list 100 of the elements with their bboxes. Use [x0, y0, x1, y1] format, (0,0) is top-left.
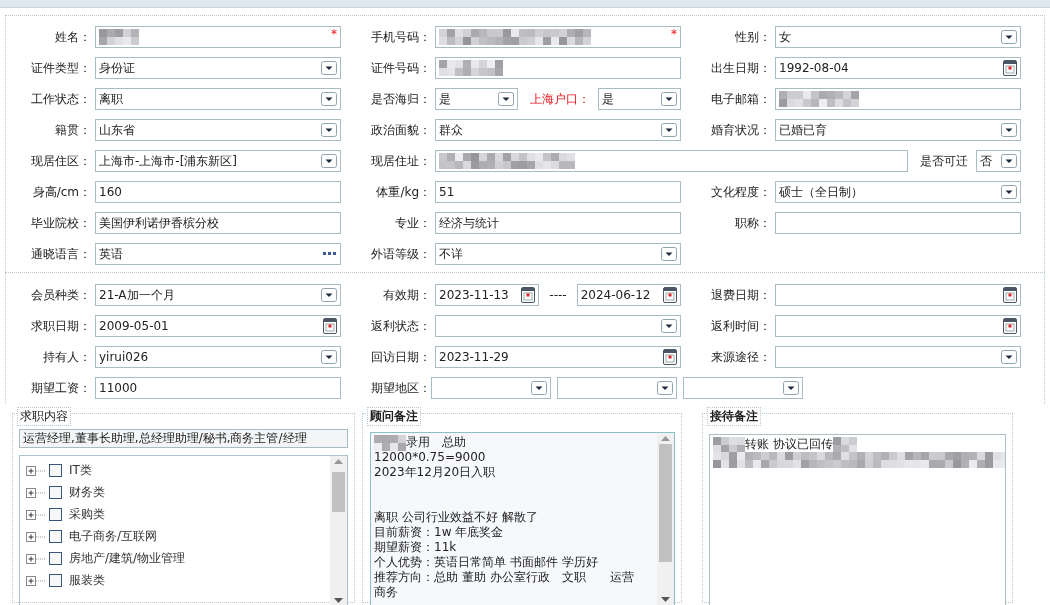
- checkbox[interactable]: [49, 551, 62, 565]
- field-label: 专业：: [394, 214, 432, 232]
- field-label: 会员种类：: [30, 286, 92, 304]
- field-label: 政治面貌：: [370, 121, 432, 139]
- select-field[interactable]: 上海市-上海市-[浦东新区]: [95, 150, 341, 172]
- note-text: 转账 协议已回传: [745, 437, 833, 452]
- select-field[interactable]: yirui026: [95, 346, 341, 368]
- field-label: 是否可迁: [919, 152, 969, 170]
- select-field[interactable]: [435, 315, 681, 337]
- scrollbar[interactable]: [330, 456, 347, 605]
- required-mark: *: [671, 27, 677, 41]
- select-field[interactable]: 女: [775, 26, 1021, 48]
- scrollbar[interactable]: [657, 433, 674, 605]
- range-separator: ----: [548, 288, 568, 302]
- expand-icon[interactable]: [26, 552, 46, 564]
- tree-item-label[interactable]: 电子商务/互联网: [69, 527, 158, 545]
- note-text: 个人优势：英语日常简单 书面邮件 学历好: [374, 555, 598, 570]
- select-field[interactable]: 否: [976, 150, 1021, 172]
- field-label: 电子邮箱：: [710, 90, 772, 108]
- field-label: 性别：: [734, 28, 772, 46]
- notes-textarea[interactable]: 转账 协议已回传: [709, 434, 1006, 605]
- group-title: 接待备注: [707, 407, 761, 426]
- date-field[interactable]: 2023-11-29: [435, 346, 681, 368]
- text-field[interactable]: [775, 212, 1021, 234]
- select-field[interactable]: 身份证: [95, 57, 341, 79]
- date-field[interactable]: 2023-11-13: [435, 284, 540, 306]
- field-label: 回访日期：: [370, 348, 432, 366]
- date-field[interactable]: [775, 284, 1021, 306]
- scrollbar-thumb[interactable]: [332, 472, 345, 512]
- checkbox[interactable]: [49, 529, 62, 543]
- text-field[interactable]: 160: [95, 181, 341, 203]
- field-label: 期望地区：: [370, 379, 432, 397]
- calendar-icon[interactable]: [323, 318, 337, 334]
- select-field[interactable]: 山东省: [95, 119, 341, 141]
- field-label: 期望工资：: [30, 379, 92, 397]
- field-label: 毕业院校：: [30, 214, 92, 232]
- tree-item-label[interactable]: 服装类: [69, 571, 105, 589]
- scroll-down-icon[interactable]: [334, 598, 343, 603]
- text-field[interactable]: *: [435, 26, 681, 48]
- note-text: 12000*0.75=9000: [374, 450, 486, 465]
- expand-icon[interactable]: [26, 574, 46, 586]
- expand-icon[interactable]: [26, 530, 46, 542]
- select-field[interactable]: 21-A加一个月: [95, 284, 341, 306]
- calendar-icon[interactable]: [663, 349, 677, 365]
- tree-item-label[interactable]: IT类: [69, 461, 92, 479]
- field-label: 证件类型：: [30, 59, 92, 77]
- expand-icon[interactable]: [26, 486, 46, 498]
- field-label: 身高/cm：: [31, 183, 92, 201]
- checkbox[interactable]: [49, 573, 62, 587]
- select-field[interactable]: [431, 377, 551, 399]
- calendar-icon[interactable]: [1003, 287, 1017, 303]
- field-label: 现居住址：: [370, 152, 432, 170]
- expand-icon[interactable]: [26, 508, 46, 520]
- calendar-icon[interactable]: [1003, 60, 1017, 76]
- checkbox[interactable]: [49, 485, 62, 499]
- tree-item-label[interactable]: 财务类: [69, 483, 105, 501]
- field-label: 外语等级：: [370, 245, 432, 263]
- select-field[interactable]: 不详: [435, 243, 681, 265]
- select-field[interactable]: 硕士（全日制）: [775, 181, 1021, 203]
- scrollbar-thumb[interactable]: [659, 444, 672, 562]
- note-text: 2023年12月20日入职: [374, 465, 496, 480]
- text-field[interactable]: [435, 57, 681, 79]
- text-field[interactable]: [775, 88, 1021, 110]
- select-field[interactable]: [683, 377, 803, 399]
- text-field[interactable]: 51: [435, 181, 681, 203]
- note-text: 离职 公司行业效益不好 解散了: [374, 510, 538, 525]
- text-field[interactable]: *: [95, 26, 341, 48]
- select-field[interactable]: [557, 377, 677, 399]
- scroll-down-icon[interactable]: [661, 597, 670, 602]
- select-field[interactable]: 是: [435, 88, 518, 110]
- calendar-icon[interactable]: [1003, 318, 1017, 334]
- field-label: 手机号码：: [370, 28, 432, 46]
- text-field[interactable]: 美国伊利诺伊香槟分校: [95, 212, 341, 234]
- text-field[interactable]: 经济与统计: [435, 212, 681, 234]
- select-field[interactable]: 已婚已育: [775, 119, 1021, 141]
- date-field[interactable]: 2024-06-12: [576, 284, 681, 306]
- note-text: 推荐方向：总助 董助 办公室行政 文职 运营: [374, 570, 634, 585]
- checkbox[interactable]: [49, 507, 62, 521]
- expand-icon[interactable]: [26, 464, 46, 476]
- tree-item-label[interactable]: 采购类: [69, 505, 105, 523]
- calendar-icon[interactable]: [663, 287, 677, 303]
- field-label: 籍贯：: [54, 121, 92, 139]
- notes-textarea[interactable]: 录用 总助 12000*0.75=9000 2023年12月20日入职 离职 公司行业效益不好 解散了 目前薪资：1w 年底奖金 期望薪资：11k 个人优势：英语日常简单 书面邮件 学历好 推荐方向：总助 董助 办公室行政 文职 运营 商务: [370, 432, 675, 605]
- field-label: 姓名：: [54, 28, 92, 46]
- text-field[interactable]: [435, 150, 908, 172]
- calendar-icon[interactable]: [521, 287, 536, 303]
- date-field[interactable]: [775, 315, 1021, 337]
- select-field[interactable]: 是: [598, 88, 681, 110]
- selection-field[interactable]: 运营经理,董事长助理,总经理助理/秘书,商务主管/经理: [19, 429, 348, 448]
- tree-item-label[interactable]: 房地产/建筑/物业管理: [69, 549, 186, 567]
- select-field[interactable]: 离职: [95, 88, 341, 110]
- date-field[interactable]: 2009-05-01: [95, 315, 341, 337]
- note-text: 期望薪资：11k: [374, 540, 457, 555]
- more-icon[interactable]: [323, 252, 337, 256]
- text-field[interactable]: 11000: [95, 377, 341, 399]
- checkbox[interactable]: [49, 463, 62, 477]
- date-field[interactable]: 1992-08-04: [775, 57, 1021, 79]
- select-field[interactable]: 群众: [435, 119, 681, 141]
- select-field[interactable]: [775, 346, 1021, 368]
- picker-field[interactable]: 英语: [95, 243, 341, 265]
